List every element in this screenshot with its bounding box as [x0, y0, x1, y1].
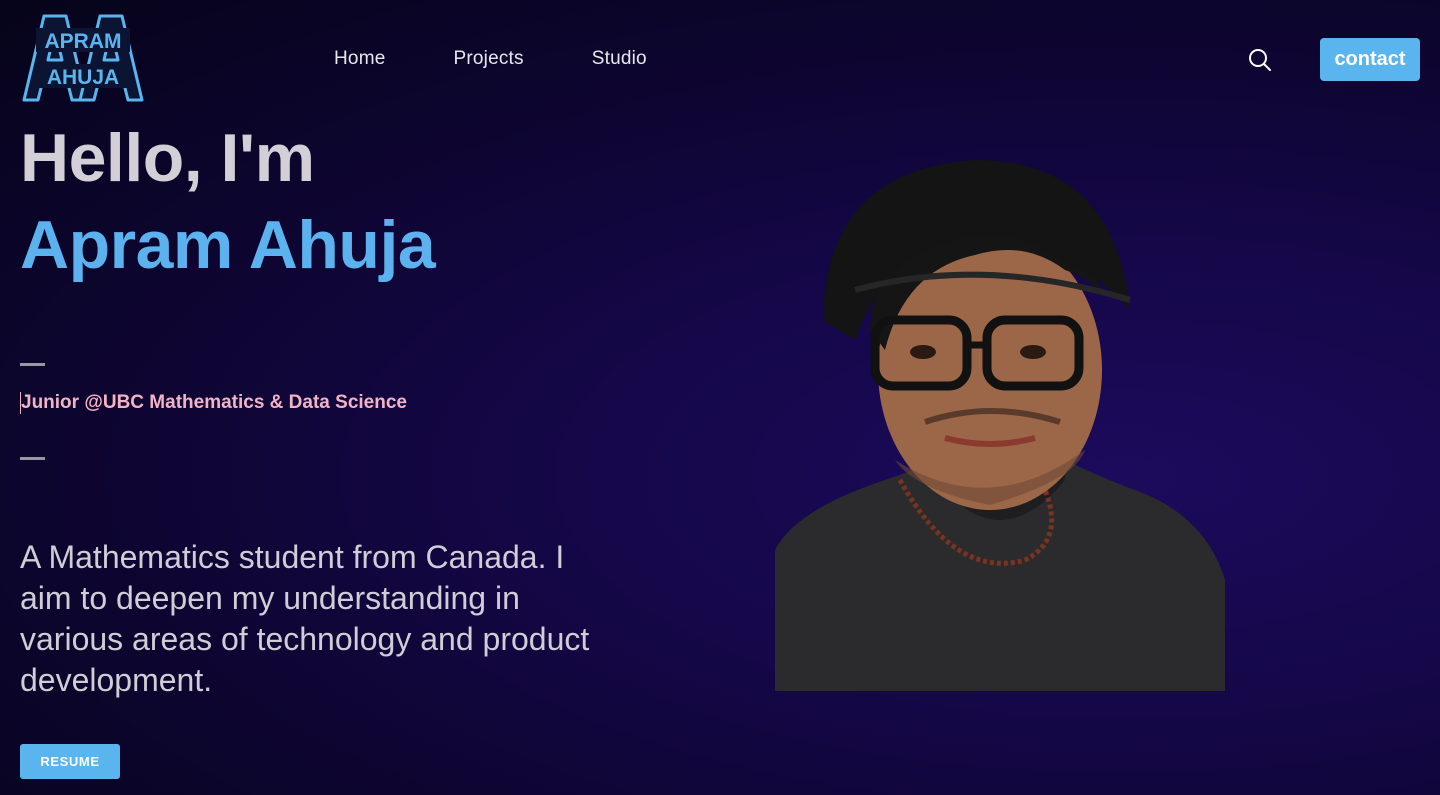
svg-text:APRAM: APRAM: [45, 30, 122, 53]
hero-subtitle: Junior @UBC Mathematics & Data Science: [20, 392, 407, 414]
main-nav: Home Projects Studio: [334, 48, 647, 70]
site-logo[interactable]: APRAM AHUJA: [22, 14, 144, 102]
hero-greeting: Hello, I'm: [20, 120, 315, 196]
search-icon: [1249, 49, 1271, 71]
logo-monogram-icon: APRAM AHUJA: [22, 14, 144, 102]
divider: [20, 363, 45, 366]
profile-photo: [775, 160, 1225, 691]
contact-button[interactable]: contact: [1320, 38, 1420, 81]
hero-name: Apram Ahuja: [20, 207, 436, 283]
portrait-image: [775, 160, 1225, 691]
nav-projects[interactable]: Projects: [453, 48, 523, 70]
nav-studio[interactable]: Studio: [592, 48, 647, 70]
divider: [20, 457, 45, 460]
nav-home[interactable]: Home: [334, 48, 385, 70]
resume-button[interactable]: RESUME: [20, 744, 120, 779]
search-button[interactable]: [1247, 47, 1273, 73]
svg-text:AHUJA: AHUJA: [47, 66, 119, 89]
site-header: APRAM AHUJA Home Projects Studio contact: [0, 0, 1440, 110]
hero-bio: A Mathematics student from Canada. I aim…: [20, 539, 590, 698]
